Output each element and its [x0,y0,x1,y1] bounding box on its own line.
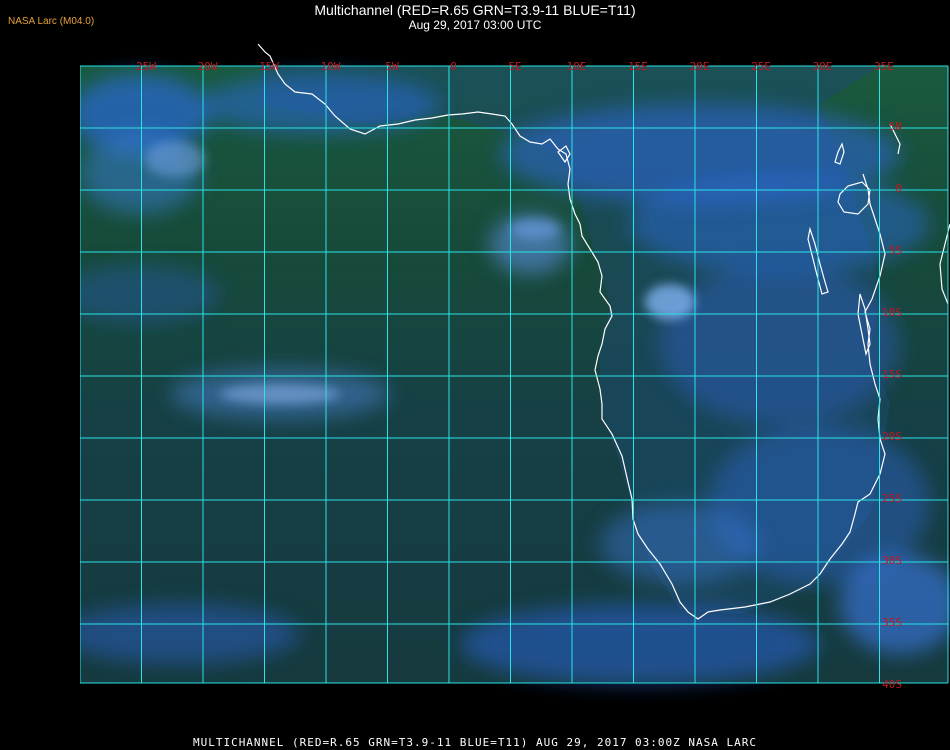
longitude-label: 0 [450,60,457,73]
longitude-label: 15E [628,60,648,73]
longitude-label: 25E [751,60,771,73]
longitude-label: 25W [136,60,156,73]
satellite-map: 25W 20W 15W 10W 5W 0 5E 10E 15E 20E 25E 30E 35E 5N 0 5S… [60,43,950,730]
satellite-imagery [60,66,950,684]
latitude-label: 15S [882,368,902,381]
longitude-label: 20E [690,60,710,73]
latitude-label: 20S [882,430,902,443]
longitude-label: 10W [321,60,341,73]
latitude-label: 5N [889,120,902,133]
satellite-image: 25W 20W 15W 10W 5W 0 5E 10E 15E 20E 25E 30E 35E 5N 0 5S… [60,43,950,730]
longitude-label: 10E [567,60,587,73]
longitude-label: 35E [874,60,894,73]
latitude-label: 40S [882,678,902,691]
image-timestamp: Aug 29, 2017 03:00 UTC [408,18,542,32]
longitude-label: 30E [813,60,833,73]
longitude-label: 5E [508,60,521,73]
latitude-label: 30S [882,554,902,567]
longitude-label: 20W [198,60,218,73]
latitude-label: 5S [889,244,902,257]
latitude-label: 0 [895,182,902,195]
image-title: Multichannel (RED=R.65 GRN=T3.9-11 BLUE=… [314,2,636,18]
latitude-label: 35S [882,616,902,629]
latitude-label: 10S [882,306,902,319]
latitude-label: 25S [882,492,902,505]
longitude-label: 15W [259,60,279,73]
footer-caption: MULTICHANNEL (RED=R.65 GRN=T3.9-11 BLUE=… [192,736,758,749]
longitude-label: 5W [385,60,399,73]
